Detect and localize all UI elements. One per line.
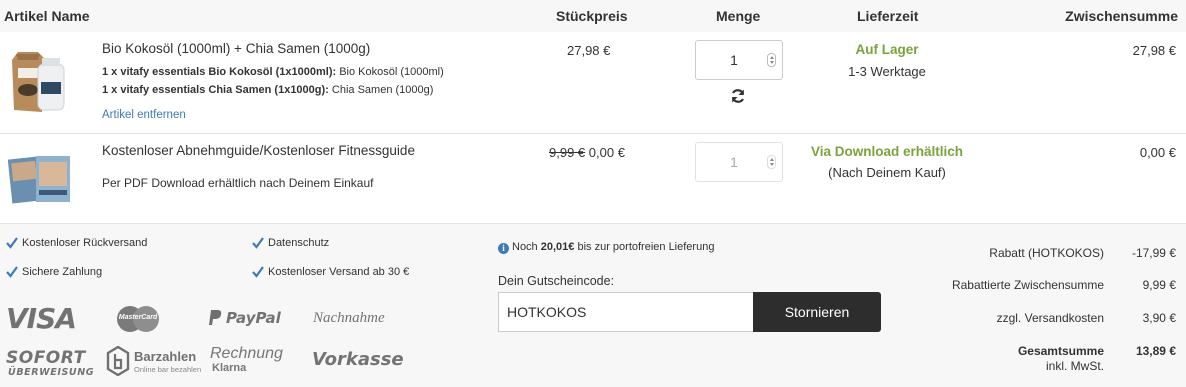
discount-label: Rabatt (HOTKOKOS): [989, 246, 1104, 260]
feature-secure-payment: Sichere Zahlung: [22, 266, 103, 278]
unit-price: 0,00 €: [588, 145, 625, 160]
availability-status: Auf Lager: [855, 42, 919, 57]
feature-free-return: Kostenloser Rückversand: [22, 237, 148, 249]
item-subtotal: 0,00 €: [1139, 145, 1176, 160]
header-unit-price: Stückpreis: [556, 8, 628, 24]
check-icon: [6, 237, 18, 249]
cart-item-guide: Kostenloser Abnehmguide/Kostenloser Fitn…: [0, 134, 1186, 224]
discounted-subtotal-label: Rabattierte Zwischensumme: [951, 278, 1104, 292]
vat-note: inkl. MwSt.: [1045, 359, 1104, 373]
voucher-code-input[interactable]: [498, 292, 754, 332]
voucher-label: Dein Gutscheincode:: [498, 274, 615, 288]
product-note: Per PDF Download erhältlich nach Deinem …: [102, 176, 374, 190]
cart-footer: Kostenloser Rückversand Datenschutz Sich…: [0, 224, 1186, 387]
cart-item-bundle: Bio Kokosöl (1000ml) + Chia Samen (1000g…: [0, 32, 1186, 134]
product-name: Kostenloser Abnehmguide/Kostenloser Fitn…: [102, 143, 415, 158]
product-name: Bio Kokosöl (1000ml) + Chia Samen (1000g…: [102, 41, 371, 56]
total-value: 13,89 €: [1135, 344, 1176, 358]
discount-value: -17,99 €: [1131, 246, 1176, 260]
cod-logo: Nachnahme: [313, 310, 385, 326]
old-price: 9,99 €: [549, 145, 586, 160]
total-label: Gesamtsumme: [1017, 344, 1104, 358]
header-product: Artikel Name: [4, 8, 90, 24]
prepayment-logo: Vorkasse: [312, 349, 404, 370]
free-shipping-info: i Noch 20,01€ bis zur portofreien Lieferu…: [498, 241, 714, 254]
shipping-cost-label: zzgl. Versandkosten: [996, 311, 1104, 325]
item-subtotal: 27,98 €: [1132, 43, 1176, 58]
quantity-value: 1: [730, 52, 738, 68]
delivery-time: 1-3 Werktage: [848, 64, 926, 79]
delivery-time: (Nach Deinem Kauf): [828, 165, 946, 180]
visa-logo: VISA: [6, 302, 77, 335]
availability-status: Via Download erhältlich: [810, 144, 964, 159]
header-subtotal: Zwischensumme: [1065, 8, 1178, 24]
check-icon: [252, 266, 264, 278]
quantity-stepper[interactable]: 1: [695, 142, 783, 182]
unit-price: 27,98 €: [567, 43, 611, 58]
bundle-detail-2: 1 x vitafy essentials Chia Samen (1x1000…: [102, 84, 434, 96]
mastercard-logo: MasterCard: [115, 305, 161, 333]
check-icon: [6, 266, 18, 278]
feature-free-shipping: Kostenloser Versand ab 30 €: [268, 266, 410, 278]
discounted-subtotal-value: 9,99 €: [1142, 278, 1176, 292]
product-image-guide: [8, 156, 70, 204]
header-quantity: Menge: [716, 8, 761, 24]
feature-privacy: Datenschutz: [268, 237, 330, 249]
barzahlen-icon: [106, 346, 130, 376]
shipping-cost-value: 3,90 €: [1142, 311, 1176, 325]
check-icon: [252, 237, 264, 249]
bundle-detail-1: 1 x vitafy essentials Bio Kokosöl (1x100…: [102, 66, 444, 78]
product-image-bundle: [12, 52, 65, 112]
header-delivery: Lieferzeit: [857, 8, 919, 24]
refresh-icon[interactable]: [730, 88, 746, 104]
info-icon: i: [498, 243, 509, 254]
price-group: 9,99 € 0,00 €: [549, 145, 625, 160]
quantity-stepper[interactable]: 1: [695, 40, 783, 80]
cart-table-header: Artikel Name Stückpreis Menge Lieferzeit…: [0, 0, 1186, 32]
remove-item-link[interactable]: Artikel entfernen: [102, 109, 186, 121]
cancel-voucher-button[interactable]: Stornieren: [753, 292, 881, 332]
quantity-spinner-icon[interactable]: [767, 53, 776, 67]
quantity-spinner-icon[interactable]: [767, 155, 776, 169]
quantity-value: 1: [730, 154, 738, 170]
paypal-icon: [209, 310, 222, 325]
